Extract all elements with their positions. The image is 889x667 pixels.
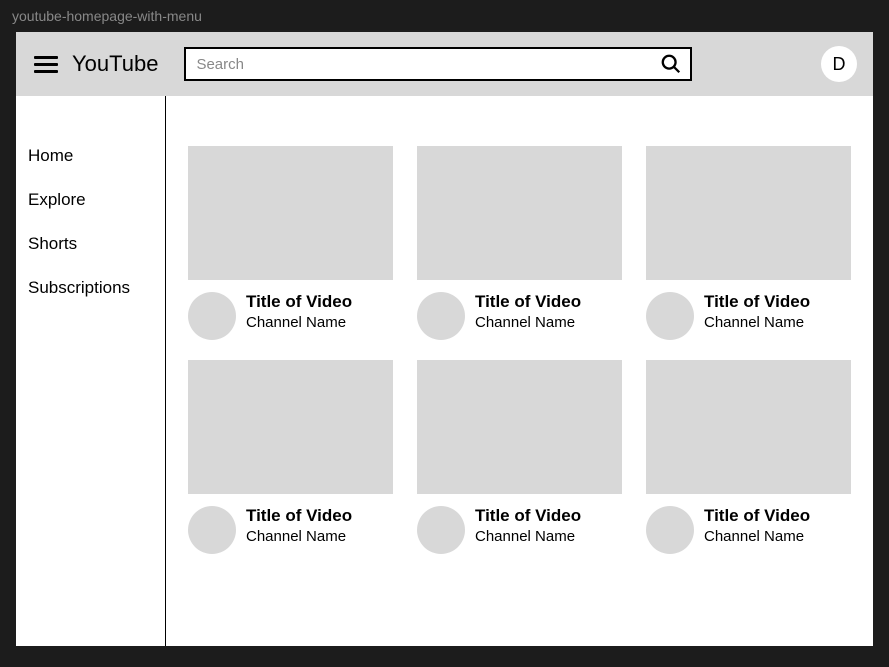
app-frame: YouTube D Home Explore Shorts Subscripti… (16, 32, 873, 646)
video-meta: Title of Video Channel Name (417, 494, 622, 554)
video-meta: Title of Video Channel Name (188, 280, 393, 340)
video-meta: Title of Video Channel Name (646, 494, 851, 554)
channel-avatar[interactable] (646, 506, 694, 554)
video-text: Title of Video Channel Name (246, 506, 393, 554)
header: YouTube D (16, 32, 873, 96)
video-text: Title of Video Channel Name (246, 292, 393, 340)
video-text: Title of Video Channel Name (475, 506, 622, 554)
channel-avatar[interactable] (417, 292, 465, 340)
video-title[interactable]: Title of Video (475, 506, 622, 526)
channel-name[interactable]: Channel Name (704, 528, 851, 545)
body: Home Explore Shorts Subscriptions Title … (16, 96, 873, 646)
video-card[interactable]: Title of Video Channel Name (417, 146, 622, 340)
video-text: Title of Video Channel Name (704, 292, 851, 340)
video-title[interactable]: Title of Video (704, 292, 851, 312)
video-card[interactable]: Title of Video Channel Name (188, 360, 393, 554)
channel-name[interactable]: Channel Name (475, 528, 622, 545)
sidebar: Home Explore Shorts Subscriptions (16, 96, 166, 646)
video-text: Title of Video Channel Name (704, 506, 851, 554)
video-thumbnail[interactable] (417, 360, 622, 494)
hamburger-menu-icon[interactable] (32, 54, 60, 75)
user-avatar[interactable]: D (821, 46, 857, 82)
channel-avatar[interactable] (646, 292, 694, 340)
video-title[interactable]: Title of Video (704, 506, 851, 526)
sidebar-item-subscriptions[interactable]: Subscriptions (28, 278, 165, 298)
channel-name[interactable]: Channel Name (246, 528, 393, 545)
channel-name[interactable]: Channel Name (246, 314, 393, 331)
sidebar-item-explore[interactable]: Explore (28, 190, 165, 210)
video-grid: Title of Video Channel Name Title of Vid… (188, 146, 851, 554)
content-area: Title of Video Channel Name Title of Vid… (166, 96, 873, 646)
search-bar[interactable] (184, 47, 692, 81)
search-icon[interactable] (660, 53, 682, 75)
video-card[interactable]: Title of Video Channel Name (646, 360, 851, 554)
brand-logo[interactable]: YouTube (72, 51, 158, 77)
channel-avatar[interactable] (417, 506, 465, 554)
video-title[interactable]: Title of Video (246, 506, 393, 526)
channel-avatar[interactable] (188, 292, 236, 340)
video-card[interactable]: Title of Video Channel Name (417, 360, 622, 554)
search-input[interactable] (196, 56, 660, 73)
video-meta: Title of Video Channel Name (417, 280, 622, 340)
video-card[interactable]: Title of Video Channel Name (646, 146, 851, 340)
channel-name[interactable]: Channel Name (704, 314, 851, 331)
sidebar-item-shorts[interactable]: Shorts (28, 234, 165, 254)
video-thumbnail[interactable] (646, 146, 851, 280)
video-card[interactable]: Title of Video Channel Name (188, 146, 393, 340)
video-thumbnail[interactable] (417, 146, 622, 280)
channel-name[interactable]: Channel Name (475, 314, 622, 331)
video-title[interactable]: Title of Video (475, 292, 622, 312)
video-meta: Title of Video Channel Name (646, 280, 851, 340)
channel-avatar[interactable] (188, 506, 236, 554)
video-thumbnail[interactable] (188, 360, 393, 494)
video-title[interactable]: Title of Video (246, 292, 393, 312)
video-meta: Title of Video Channel Name (188, 494, 393, 554)
window-title: youtube-homepage-with-menu (0, 0, 889, 32)
video-thumbnail[interactable] (646, 360, 851, 494)
video-thumbnail[interactable] (188, 146, 393, 280)
video-text: Title of Video Channel Name (475, 292, 622, 340)
sidebar-item-home[interactable]: Home (28, 146, 165, 166)
